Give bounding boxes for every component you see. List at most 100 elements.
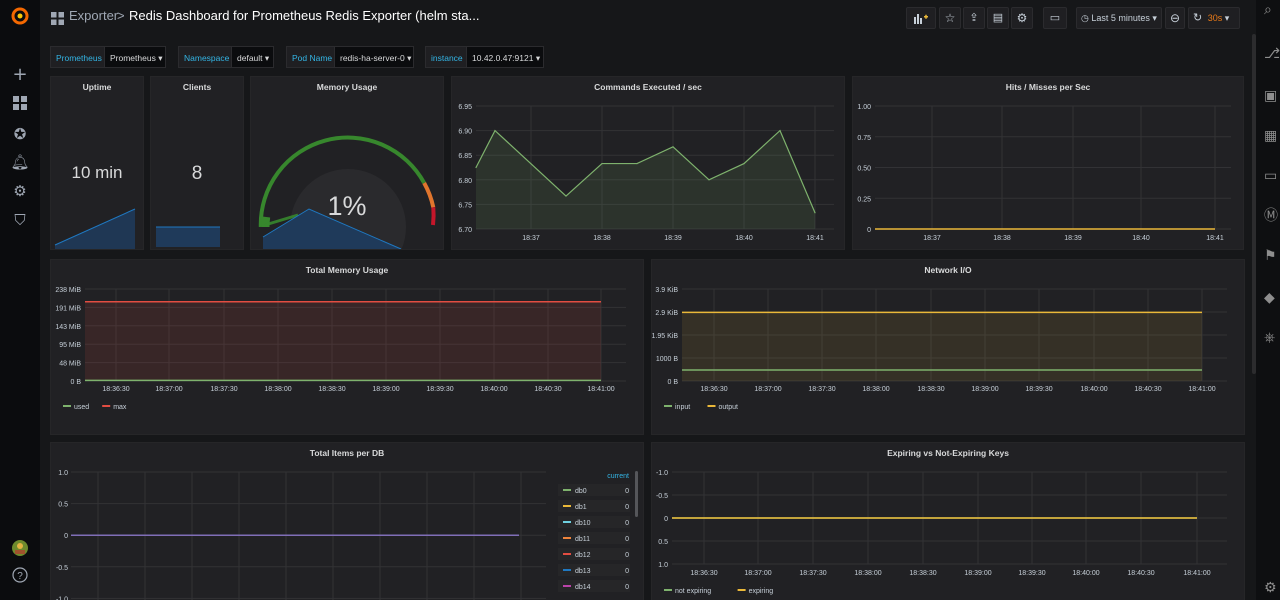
variable-label-namespace: Namespace bbox=[178, 46, 236, 68]
tv-mode-button[interactable]: ▭ bbox=[1043, 7, 1067, 29]
explore-compass-icon[interactable]: ✪ bbox=[10, 124, 30, 144]
docker-icon[interactable]: ◆ bbox=[1264, 288, 1280, 308]
legend-item: used bbox=[74, 404, 89, 411]
star-button[interactable]: ☆ bbox=[939, 7, 961, 29]
refresh-icon: ↻ bbox=[1193, 12, 1203, 24]
y-tick-label: 2.9 KiB bbox=[655, 310, 678, 317]
zoom-out-button[interactable]: ⊖ bbox=[1165, 7, 1185, 29]
configuration-gear-icon[interactable]: ⚙ bbox=[10, 181, 30, 201]
x-tick-label: 18:38:30 bbox=[318, 386, 345, 393]
y-tick-label: 6.80 bbox=[458, 178, 472, 185]
folder-icon[interactable]: ▣ bbox=[1264, 86, 1280, 106]
uptime-panel[interactable]: Uptime 10 min bbox=[50, 76, 144, 250]
total-memory-panel[interactable]: Total Memory Usage 0 B 48 MiB 95 MiB 143 Mi… bbox=[50, 259, 644, 435]
y-tick-label: 0 bbox=[664, 516, 668, 523]
table-icon[interactable]: ▦ bbox=[1264, 126, 1280, 146]
search-icon[interactable]: ⌕ bbox=[1264, 0, 1280, 20]
x-tick-label: 18:40:30 bbox=[1134, 386, 1161, 393]
graph-node-icon[interactable]: ⎇ bbox=[1264, 44, 1280, 64]
y-tick-label: 0.75 bbox=[857, 135, 871, 142]
y-tick-label: 6.70 bbox=[458, 227, 472, 234]
settings-gear-icon[interactable]: ⚙ bbox=[1264, 578, 1280, 598]
refresh-interval: 30s bbox=[1207, 13, 1223, 23]
variable-select-prometheus[interactable]: Prometheus ▾ bbox=[104, 46, 166, 68]
variable-select-pod-name[interactable]: redis-ha-server-0 ▾ bbox=[334, 46, 414, 68]
zoom-out-icon: ⊖ bbox=[1169, 11, 1181, 25]
legend-item: max bbox=[113, 404, 127, 411]
expiring-keys-panel[interactable]: Expiring vs Not-Expiring Keys 1.0 0.5 0 -0.… bbox=[651, 442, 1245, 600]
grafana-logo-icon[interactable] bbox=[10, 6, 30, 26]
caret-down-icon: ▾ bbox=[158, 53, 163, 63]
breadcrumb-folder[interactable]: Exporter bbox=[69, 8, 118, 23]
x-tick-label: 18:38:00 bbox=[854, 570, 881, 577]
caret-down-icon: ▾ bbox=[264, 53, 270, 63]
y-tick-label: -1.0 bbox=[656, 470, 668, 477]
panel-title: Clients bbox=[182, 82, 212, 92]
x-tick-label: 18:40:30 bbox=[534, 386, 561, 393]
avatar[interactable] bbox=[10, 539, 30, 559]
helm-icon[interactable]: ⎈ bbox=[1264, 328, 1280, 348]
dashboards-icon[interactable] bbox=[10, 95, 30, 115]
x-tick-label: 18:37:30 bbox=[808, 386, 835, 393]
legend-value: 0 bbox=[625, 552, 629, 559]
x-tick-label: 18:40:00 bbox=[1080, 386, 1107, 393]
refresh-button[interactable]: ↻ 30s ▾ bbox=[1188, 7, 1240, 29]
flag-icon[interactable]: ⚑ bbox=[1264, 246, 1280, 266]
x-tick-label: 18:37:30 bbox=[799, 570, 826, 577]
x-tick-label: 18:38:00 bbox=[862, 386, 889, 393]
m-logo-icon[interactable]: Ⓜ bbox=[1264, 206, 1280, 226]
commands-per-sec-panel[interactable]: Commands Executed / sec 6.70 6.75 6.80 6.85… bbox=[451, 76, 845, 250]
commands-chart: 6.70 6.75 6.80 6.85 6.90 6.95 18:37 18:38 18:39 1… bbox=[458, 104, 834, 242]
x-tick-label: 18:36:30 bbox=[700, 386, 727, 393]
side-menu: + ✪ 🔔︎ ⚙ ⛉ ? bbox=[0, 0, 40, 600]
x-tick-label: 18:40 bbox=[735, 235, 753, 242]
legend-column-header: current bbox=[607, 473, 629, 480]
monitor-icon[interactable]: ▭ bbox=[1264, 166, 1280, 186]
y-tick-label: 6.90 bbox=[458, 129, 472, 136]
network-io-panel[interactable]: Network I/O 0 B 1000 B 1.95 KiB 2.9 KiB 3.9 … bbox=[651, 259, 1245, 435]
y-tick-label: 0.5 bbox=[658, 539, 668, 546]
add-panel-button[interactable] bbox=[906, 7, 936, 29]
y-tick-label: 95 MiB bbox=[59, 342, 81, 349]
y-tick-label: 0.5 bbox=[58, 502, 68, 509]
variable-select-namespace[interactable]: default ▾ bbox=[231, 46, 274, 68]
legend-value: 0 bbox=[625, 568, 629, 575]
y-tick-label: -0.5 bbox=[56, 565, 68, 572]
legend-item: db10 bbox=[575, 520, 591, 527]
share-button[interactable]: ⇪ bbox=[963, 7, 985, 29]
save-button[interactable]: ▤ bbox=[987, 7, 1009, 29]
legend-item: db14 bbox=[575, 584, 591, 591]
variable-select-instance[interactable]: 10.42.0.47:9121 ▾ bbox=[466, 46, 544, 68]
y-tick-label: 238 MiB bbox=[55, 287, 81, 294]
x-tick-label: 18:39:00 bbox=[372, 386, 399, 393]
help-icon[interactable]: ? bbox=[10, 567, 30, 587]
dashboard-settings-button[interactable]: ⚙ bbox=[1011, 7, 1033, 29]
items-per-db-panel[interactable]: Total Items per DB 1.0 0.5 0 -0.5 -1.0 curren… bbox=[50, 442, 644, 600]
x-tick-label: 18:37 bbox=[923, 235, 941, 242]
caret-down-icon: ▾ bbox=[535, 53, 541, 63]
chevron-down-icon: ▾ bbox=[1224, 13, 1230, 23]
dashboard-title[interactable]: Redis Dashboard for Prometheus Redis Exp… bbox=[129, 8, 479, 23]
shield-icon[interactable]: ⛉ bbox=[10, 210, 30, 230]
legend-value: 0 bbox=[625, 536, 629, 543]
expiring-keys-chart: 1.0 0.5 0 -0.5 -1.0 18:36:30 18:37:00 18:37:30 1… bbox=[656, 470, 1227, 595]
y-tick-label: 0 B bbox=[667, 379, 678, 386]
series-area bbox=[682, 312, 1202, 381]
alerting-bell-icon[interactable]: 🔔︎ bbox=[10, 152, 30, 172]
y-tick-label: 0 B bbox=[70, 379, 81, 386]
x-tick-label: 18:41:00 bbox=[1183, 570, 1210, 577]
x-tick-label: 18:38:00 bbox=[264, 386, 291, 393]
hits-misses-chart: 0 0.25 0.50 0.75 1.00 18:37 18:38 18:39 18:40 18:… bbox=[857, 104, 1231, 242]
right-edge-strip: ⌕ ⎇ ▣ ▦ ▭ Ⓜ ⚑ ◆ ⎈ ⚙ bbox=[1256, 0, 1280, 600]
dashboard-navbar: Exporter > Redis Dashboard for Prometheu… bbox=[40, 0, 1256, 36]
y-tick-label: 191 MiB bbox=[55, 305, 81, 312]
x-tick-label: 18:40:30 bbox=[1127, 570, 1154, 577]
clients-panel[interactable]: Clients 8 bbox=[150, 76, 244, 250]
x-tick-label: 18:39 bbox=[1064, 235, 1082, 242]
plus-icon[interactable]: + bbox=[10, 65, 30, 85]
time-picker-button[interactable]: ◷ Last 5 minutes ▾ bbox=[1076, 7, 1162, 29]
hits-misses-panel[interactable]: Hits / Misses per Sec 0 0.25 0.50 0.75 1.00 1… bbox=[852, 76, 1244, 250]
memory-usage-panel[interactable]: Memory Usage 1% bbox=[250, 76, 444, 250]
caret-down-icon: ▾ bbox=[407, 53, 412, 63]
x-tick-label: 18:39:00 bbox=[964, 570, 991, 577]
